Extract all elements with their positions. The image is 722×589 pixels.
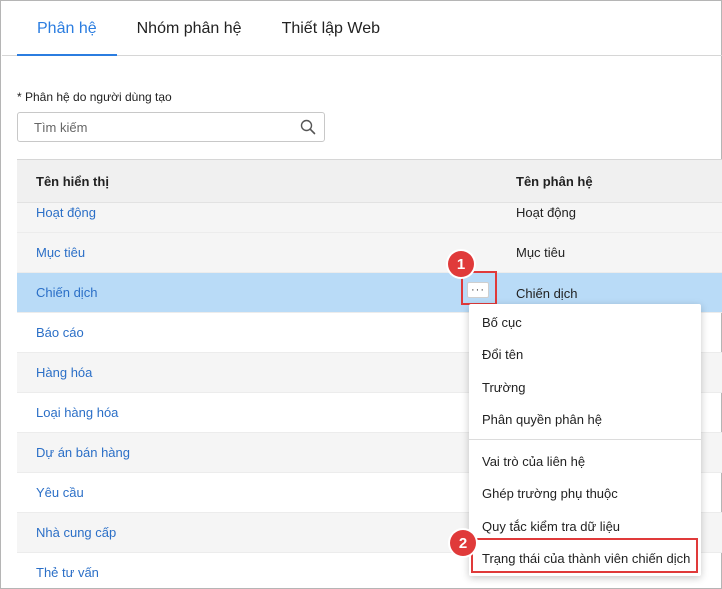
row-display-name[interactable]: Báo cáo — [36, 325, 84, 340]
tab-web-settings[interactable]: Thiết lập Web — [262, 2, 400, 55]
menu-item-fields[interactable]: Trường — [482, 380, 525, 395]
menu-item-dependent-fields[interactable]: Ghép trường phụ thuộc — [482, 486, 618, 501]
row-display-name[interactable]: Hoạt động — [36, 205, 96, 220]
menu-item-module-permissions[interactable]: Phân quyền phân hệ — [482, 412, 602, 427]
column-header-module-name[interactable]: Tên phân hệ — [516, 174, 593, 189]
search-input[interactable] — [18, 113, 288, 141]
tab-modules[interactable]: Phân hệ — [17, 2, 117, 56]
menu-item-layout[interactable]: Bố cục — [482, 315, 522, 330]
row-display-name[interactable]: Thẻ tư vấn — [36, 565, 99, 580]
highlight-box-step2 — [471, 538, 698, 573]
section-label: * Phân hệ do người dùng tạo — [17, 90, 172, 104]
column-header-display-name[interactable]: Tên hiển thị — [36, 174, 109, 189]
row-module-name: Chiến dịch — [516, 286, 578, 301]
table-header: Tên hiển thị Tên phân hệ — [17, 160, 722, 203]
menu-item-contact-roles[interactable]: Vai trò của liên hệ — [482, 454, 585, 469]
ellipsis-icon[interactable]: ··· — [467, 282, 489, 298]
callout-badge-1: 1 — [448, 251, 474, 277]
row-display-name[interactable]: Mục tiêu — [36, 245, 85, 260]
table-row[interactable]: Hoạt động Hoạt động — [17, 203, 722, 233]
window-frame: Phân hệ Nhóm phân hệ Thiết lập Web * Phâ… — [0, 0, 722, 589]
row-display-name[interactable]: Yêu cầu — [36, 485, 84, 500]
menu-divider — [469, 439, 701, 440]
row-module-name: Hoạt động — [516, 205, 576, 220]
menu-item-validation-rules[interactable]: Quy tắc kiểm tra dữ liệu — [482, 519, 620, 534]
row-display-name[interactable]: Dự án bán hàng — [36, 445, 130, 460]
row-display-name[interactable]: Chiến dịch — [36, 285, 97, 300]
row-display-name[interactable]: Nhà cung cấp — [36, 525, 116, 540]
tab-module-groups[interactable]: Nhóm phân hệ — [117, 2, 262, 55]
row-module-name: Mục tiêu — [516, 245, 566, 260]
callout-badge-2: 2 — [450, 530, 476, 556]
row-display-name[interactable]: Hàng hóa — [36, 365, 92, 380]
menu-item-rename[interactable]: Đổi tên — [482, 347, 523, 362]
table-row[interactable]: Mục tiêu Mục tiêu — [17, 233, 722, 273]
search-icon[interactable] — [300, 119, 316, 135]
context-menu: Bố cục Đổi tên Trường Phân quyền phân hệ… — [469, 304, 701, 576]
row-display-name[interactable]: Loại hàng hóa — [36, 405, 118, 420]
search-box — [17, 112, 325, 142]
tab-bar: Phân hệ Nhóm phân hệ Thiết lập Web — [2, 2, 722, 56]
